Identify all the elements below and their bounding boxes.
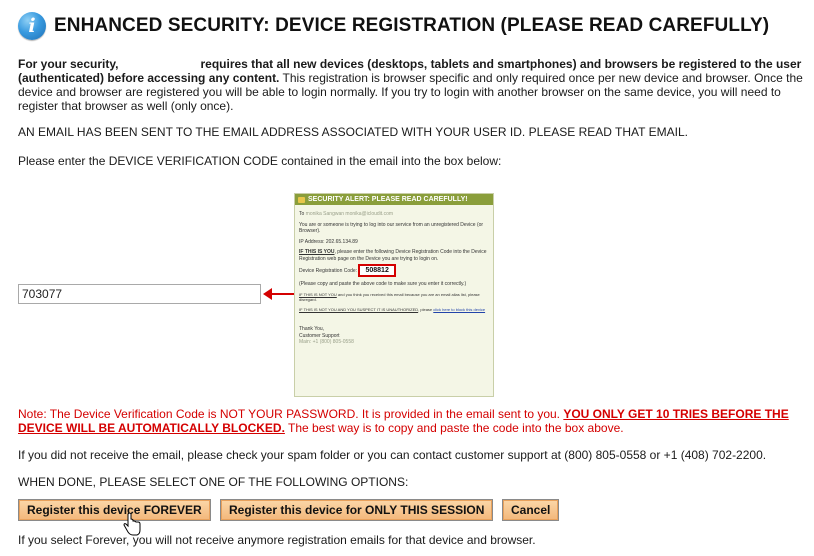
- register-forever-button[interactable]: Register this device FOREVER: [18, 499, 211, 521]
- email-copy-note: (Please copy and paste the above code to…: [299, 281, 467, 287]
- intro-paragraph: For your security, requires that all new …: [18, 57, 808, 113]
- email-signature: Thank You, Customer Support Main: +1 (80…: [299, 326, 354, 345]
- verification-code-input[interactable]: [18, 284, 261, 304]
- email-registration-code: 508812: [358, 264, 396, 277]
- email-line-1: You are or someone is trying to log into…: [299, 221, 484, 235]
- when-done-text: WHEN DONE, PLEASE SELECT ONE OF THE FOLL…: [18, 475, 409, 489]
- info-icon: i: [18, 12, 46, 40]
- register-session-button[interactable]: Register this device for ONLY THIS SESSI…: [220, 499, 494, 521]
- email-ip: IP Address: 202.65.134.89: [299, 238, 358, 245]
- email-if-you: IF THIS IS YOU, please enter the followi…: [299, 249, 487, 262]
- support-contact-text: If you did not receive the email, please…: [18, 448, 767, 462]
- page-header: i ENHANCED SECURITY: DEVICE REGISTRATION…: [18, 12, 769, 40]
- lock-icon: [298, 196, 305, 203]
- email-sent-notice: AN EMAIL HAS BEEN SENT TO THE EMAIL ADDR…: [18, 125, 688, 139]
- email-preview: SECURITY ALERT: PLEASE READ CAREFULLY! T…: [294, 193, 494, 397]
- footer-note: If you select Forever, you will not rece…: [18, 533, 536, 547]
- intro-bold-a: For your security,: [18, 57, 119, 71]
- warning-note: Note: The Device Verification Code is NO…: [18, 407, 808, 435]
- cancel-button[interactable]: Cancel: [502, 499, 560, 521]
- email-to-line: To monika Sangwan monika@icloudit.com: [299, 211, 394, 217]
- instruction-text: Please enter the DEVICE VERIFICATION COD…: [18, 154, 502, 168]
- warning-note-text: Note: The Device Verification Code is NO…: [18, 407, 564, 421]
- email-not-you: IF THIS IS NOT YOU and you think you rec…: [299, 291, 480, 303]
- warning-tail: The best way is to copy and paste the co…: [284, 421, 624, 435]
- email-body: To monika Sangwan monika@icloudit.com Yo…: [295, 205, 493, 346]
- email-alert-title: SECURITY ALERT: PLEASE READ CAREFULLY!: [308, 196, 468, 203]
- email-unauthorized: IF THIS IS NOT YOU AND YOU SUSPECT IT IS…: [299, 306, 486, 312]
- page-title: ENHANCED SECURITY: DEVICE REGISTRATION (…: [54, 15, 770, 36]
- email-code-line: Device Registration Code: 508812: [299, 264, 489, 277]
- email-alert-bar: SECURITY ALERT: PLEASE READ CAREFULLY!: [295, 194, 493, 205]
